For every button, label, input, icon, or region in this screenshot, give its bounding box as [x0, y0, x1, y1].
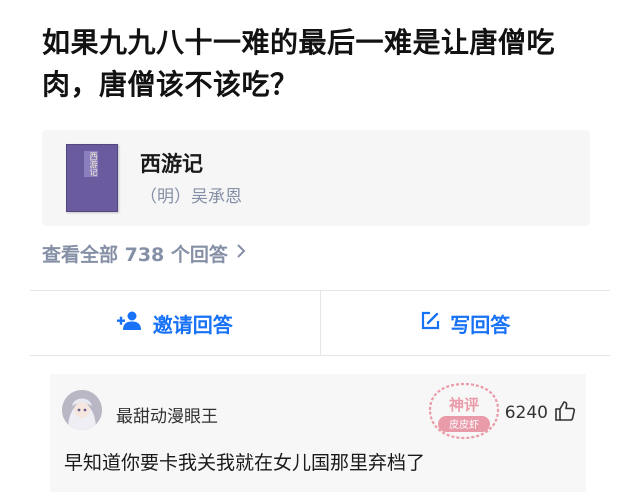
view-all-answers-link[interactable]: 查看全部 738 个回答: [42, 240, 246, 267]
action-bar: 邀请回答 写回答: [30, 290, 610, 356]
invite-answer-label: 邀请回答: [152, 312, 233, 337]
watermark-line2: 皮皮虾: [449, 418, 479, 431]
add-user-icon: [116, 311, 153, 336]
chevron-right-icon: [236, 243, 246, 264]
book-cover: 西游记: [66, 144, 118, 212]
avatar[interactable]: [62, 390, 102, 430]
question-title: 如果九九八十一难的最后一难是让唐僧吃肉，唐僧该不该吃？: [42, 26, 556, 101]
watermark-stamp: 神评 皮皮虾: [424, 380, 504, 442]
book-author: （明）吴承恩: [140, 187, 242, 207]
like-count: 6240: [504, 403, 548, 423]
book-card[interactable]: 西游记 西游记 （明）吴承恩: [42, 130, 590, 226]
write-answer-label: 写回答: [450, 312, 511, 337]
watermark-line1: 神评: [449, 396, 479, 414]
book-cover-label: 西游记: [84, 151, 98, 177]
invite-answer-button[interactable]: 邀请回答: [30, 291, 320, 355]
view-all-answers-label: 查看全部 738 个回答: [42, 244, 228, 266]
book-title: 西游记: [140, 152, 203, 176]
thumbs-up-icon: [554, 400, 576, 426]
comment-text: 早知道你要卡我关我就在女儿国那里弃档了: [64, 452, 426, 474]
write-answer-button[interactable]: 写回答: [319, 291, 611, 355]
comment-card: 最甜动漫眼王 6240 早知道你要卡我关我就在女儿国那里弃档了: [50, 374, 586, 492]
commenter-name[interactable]: 最甜动漫眼王: [116, 402, 218, 427]
like-button[interactable]: 6240: [505, 400, 576, 426]
edit-icon: [420, 311, 450, 336]
